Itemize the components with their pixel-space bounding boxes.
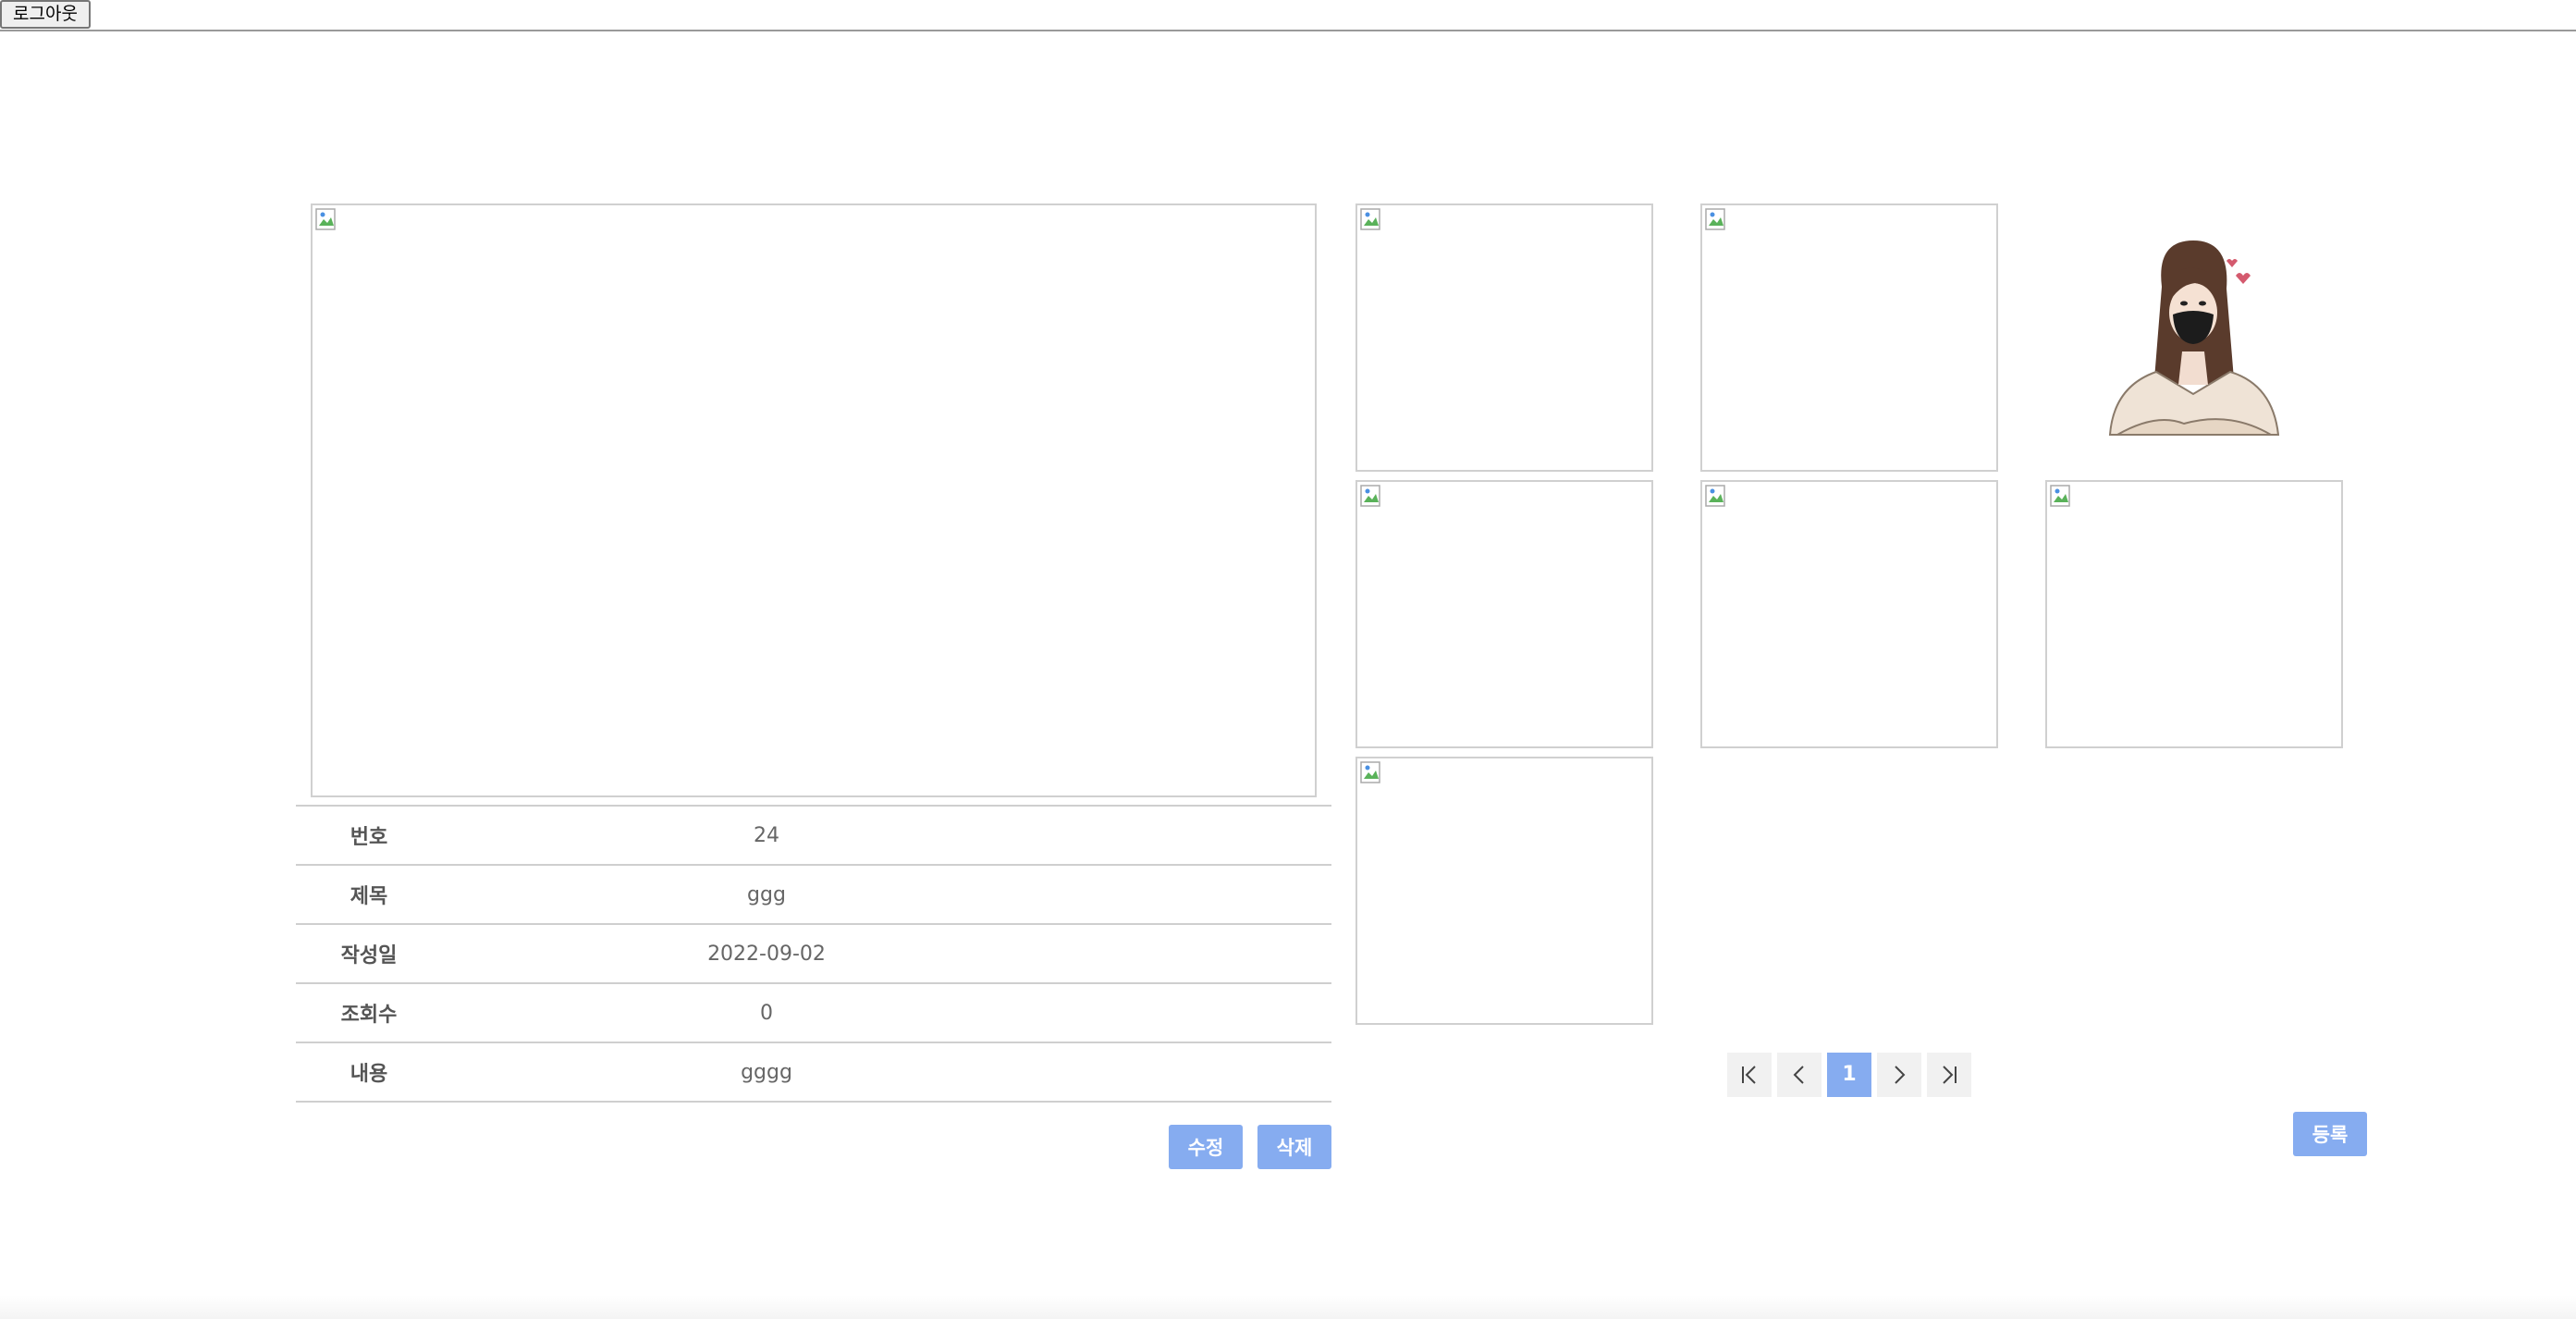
broken-image-icon (1360, 761, 1380, 783)
row-value: 24 (754, 823, 779, 847)
broken-image-icon (1360, 208, 1380, 230)
gallery-thumbnail[interactable] (1700, 480, 1998, 748)
row-label: 조회수 (340, 1004, 398, 1027)
row-value: 0 (760, 1001, 773, 1025)
detail-row-content: 내용 gggg (296, 1042, 1331, 1102)
chevron-right-icon (1895, 1066, 1906, 1084)
row-value: gggg (741, 1060, 792, 1084)
gallery-thumbnail[interactable] (2045, 480, 2343, 748)
broken-image-icon (1705, 208, 1725, 230)
row-label: 내용 (350, 1063, 388, 1086)
last-page-button[interactable] (1927, 1053, 1971, 1097)
delete-button[interactable]: 삭제 (1257, 1125, 1331, 1169)
next-page-button[interactable] (1877, 1053, 1921, 1097)
broken-image-icon (1705, 485, 1725, 507)
row-label: 제목 (350, 885, 388, 908)
gallery-thumbnail[interactable] (1355, 203, 1653, 472)
detail-row-views: 조회수 0 (296, 983, 1331, 1042)
detail-row-date: 작성일 2022-09-02 (296, 924, 1331, 983)
gallery-thumbnail[interactable] (1355, 757, 1653, 1025)
register-button[interactable]: 등록 (2293, 1112, 2367, 1156)
chevron-left-icon (1793, 1066, 1804, 1084)
row-value: 2022-09-02 (707, 942, 826, 966)
edit-button[interactable]: 수정 (1169, 1125, 1243, 1169)
row-label: 번호 (350, 826, 388, 849)
logout-button[interactable]: 로그아웃 (0, 0, 91, 29)
first-page-icon (1742, 1066, 1756, 1084)
gallery-thumbnail[interactable] (1700, 203, 1998, 472)
broken-image-icon (315, 208, 336, 230)
broken-image-icon (2050, 485, 2070, 507)
gallery-thumbnail[interactable] (1355, 480, 1653, 748)
top-bar: 로그아웃 (0, 0, 2576, 31)
bottom-shade (0, 1295, 2576, 1319)
prev-page-button[interactable] (1777, 1053, 1822, 1097)
post-detail-table: 번호 24 제목 ggg 작성일 2022-09-02 조회수 0 내용 ggg… (296, 805, 1331, 1103)
last-page-icon (1943, 1066, 1957, 1084)
detail-row-number: 번호 24 (296, 806, 1331, 865)
first-page-button[interactable] (1727, 1053, 1772, 1097)
row-label: 작성일 (340, 944, 398, 968)
page-number-button[interactable]: 1 (1827, 1053, 1871, 1097)
detail-row-title: 제목 ggg (296, 865, 1331, 924)
row-value: ggg (747, 882, 786, 906)
broken-image-icon (1360, 485, 1380, 507)
main-image (311, 203, 1317, 797)
gallery-thumbnail-illustration[interactable] (2045, 203, 2343, 472)
